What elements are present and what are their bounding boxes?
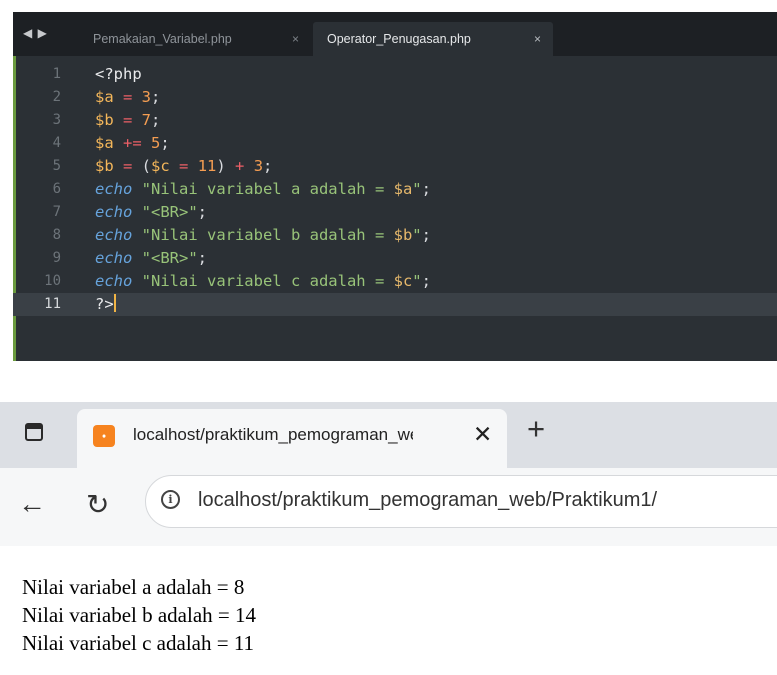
semicolon: ;: [263, 157, 273, 175]
line-number: 7: [52, 204, 61, 220]
code-editor[interactable]: ◀ ▶ Pemakaian_Variabel.php × Operator_Pe…: [13, 12, 777, 361]
operator: +=: [113, 134, 151, 152]
operator: =: [169, 157, 198, 175]
code-line: 3 $b = 7;: [13, 109, 777, 132]
output-line: Nilai variabel a adalah = 8: [22, 575, 245, 599]
tab-navigation-arrows-icon[interactable]: ◀ ▶: [23, 26, 48, 40]
editor-tab-bar: ◀ ▶ Pemakaian_Variabel.php × Operator_Pe…: [13, 12, 777, 56]
string: ": [412, 272, 422, 290]
operator: =: [113, 111, 142, 129]
number: 11: [197, 157, 217, 175]
tab-operator-penugasan[interactable]: Operator_Penugasan.php ×: [313, 22, 553, 56]
address-bar[interactable]: i localhost/praktikum_pemograman_web/Pra…: [145, 475, 777, 528]
xampp-icon: ꞏ: [93, 425, 115, 447]
code-line: 5 $b = ($c = 11) + 3;: [13, 155, 777, 178]
semicolon: ;: [421, 226, 431, 244]
number: 3: [141, 88, 152, 106]
variable: $b: [95, 157, 114, 175]
output-line: Nilai variabel c adalah = 11: [22, 631, 255, 655]
string: "<BR>": [132, 203, 198, 221]
operator: =: [113, 157, 142, 175]
line-number: 3: [52, 112, 61, 128]
string: "Nilai variabel a adalah =: [132, 180, 394, 198]
keyword-echo: echo: [95, 226, 133, 244]
browser-tab-strip: ꞏ localhost/praktikum_pemograman_web ✕ +: [0, 402, 777, 468]
operator: +: [225, 157, 254, 175]
string: "<BR>": [132, 249, 198, 267]
code-line: 10 echo "Nilai variabel c adalah = $c";: [13, 270, 777, 293]
semicolon: ;: [197, 203, 207, 221]
number: 3: [253, 157, 264, 175]
url-text[interactable]: localhost/praktikum_pemograman_web/Prakt…: [198, 489, 657, 512]
keyword-echo: echo: [95, 272, 133, 290]
semicolon: ;: [421, 180, 431, 198]
page-content: Nilai variabel a adalah = 8 Nilai variab…: [22, 573, 256, 657]
string: "Nilai variabel b adalah =: [132, 226, 394, 244]
variable: $b: [95, 111, 114, 129]
close-icon[interactable]: ×: [292, 32, 299, 46]
string: ": [412, 226, 422, 244]
semicolon: ;: [151, 111, 161, 129]
number: 7: [141, 111, 152, 129]
code-line: 9 echo "<BR>";: [13, 247, 777, 270]
code-line: 2 $a = 3;: [13, 86, 777, 109]
php-open-tag: <?php: [95, 65, 142, 83]
keyword-echo: echo: [95, 180, 133, 198]
php-close-tag: ?>: [95, 295, 114, 313]
string: "Nilai variabel c adalah =: [132, 272, 394, 290]
semicolon: ;: [197, 249, 207, 267]
number: 5: [151, 134, 161, 152]
code-line: 1 <?php: [13, 63, 777, 86]
code-line: 8 echo "Nilai variabel b adalah = $b";: [13, 224, 777, 247]
code-line: 4 $a += 5;: [13, 132, 777, 155]
line-number: 6: [52, 181, 61, 197]
tab-pemakaian-variabel[interactable]: Pemakaian_Variabel.php ×: [79, 22, 311, 56]
line-number: 1: [52, 66, 61, 82]
variable: $a: [95, 88, 114, 106]
text-caret: [113, 294, 116, 312]
semicolon: ;: [151, 88, 161, 106]
line-number: 11: [44, 296, 61, 312]
keyword-echo: echo: [95, 249, 133, 267]
output-line: Nilai variabel b adalah = 14: [22, 603, 257, 627]
interpolated-variable: $c: [393, 272, 413, 290]
paren: ): [216, 157, 226, 175]
line-number: 10: [44, 273, 61, 289]
code-line: 6 echo "Nilai variabel a adalah = $a";: [13, 178, 777, 201]
tab-label: Pemakaian_Variabel.php: [93, 32, 232, 46]
code-line: 7 echo "<BR>";: [13, 201, 777, 224]
new-tab-button[interactable]: +: [527, 411, 545, 447]
interpolated-variable: $a: [393, 180, 413, 198]
line-number: 2: [52, 89, 61, 105]
string: ": [412, 180, 422, 198]
line-number: 5: [52, 158, 61, 174]
line-number: 8: [52, 227, 61, 243]
close-icon[interactable]: ✕: [473, 421, 492, 448]
variable: $a: [95, 134, 114, 152]
line-number: 4: [52, 135, 61, 151]
interpolated-variable: $b: [393, 226, 413, 244]
info-icon[interactable]: i: [161, 490, 180, 509]
keyword-echo: echo: [95, 203, 133, 221]
reload-icon[interactable]: ↻: [86, 488, 109, 521]
line-number: 9: [52, 250, 61, 266]
semicolon: ;: [421, 272, 431, 290]
sidebar-icon[interactable]: [25, 423, 43, 441]
close-icon[interactable]: ×: [534, 32, 541, 46]
variable: $c: [151, 157, 170, 175]
semicolon: ;: [160, 134, 170, 152]
paren: (: [141, 157, 152, 175]
browser-tab[interactable]: ꞏ localhost/praktikum_pemograman_web ✕: [77, 409, 507, 468]
browser-toolbar: ← ↻ i localhost/praktikum_pemograman_web…: [0, 468, 777, 546]
operator: =: [113, 88, 142, 106]
arrow-left-icon[interactable]: ←: [18, 488, 46, 520]
tab-label: Operator_Penugasan.php: [327, 32, 471, 46]
code-line-current: 11 ?>: [13, 293, 777, 316]
browser-window: ꞏ localhost/praktikum_pemograman_web ✕ +…: [0, 402, 777, 675]
browser-tab-title: localhost/praktikum_pemograman_web: [133, 425, 413, 444]
code-area[interactable]: 1 <?php 2 $a = 3; 3 $b = 7; 4 $a += 5; 5…: [13, 63, 777, 316]
